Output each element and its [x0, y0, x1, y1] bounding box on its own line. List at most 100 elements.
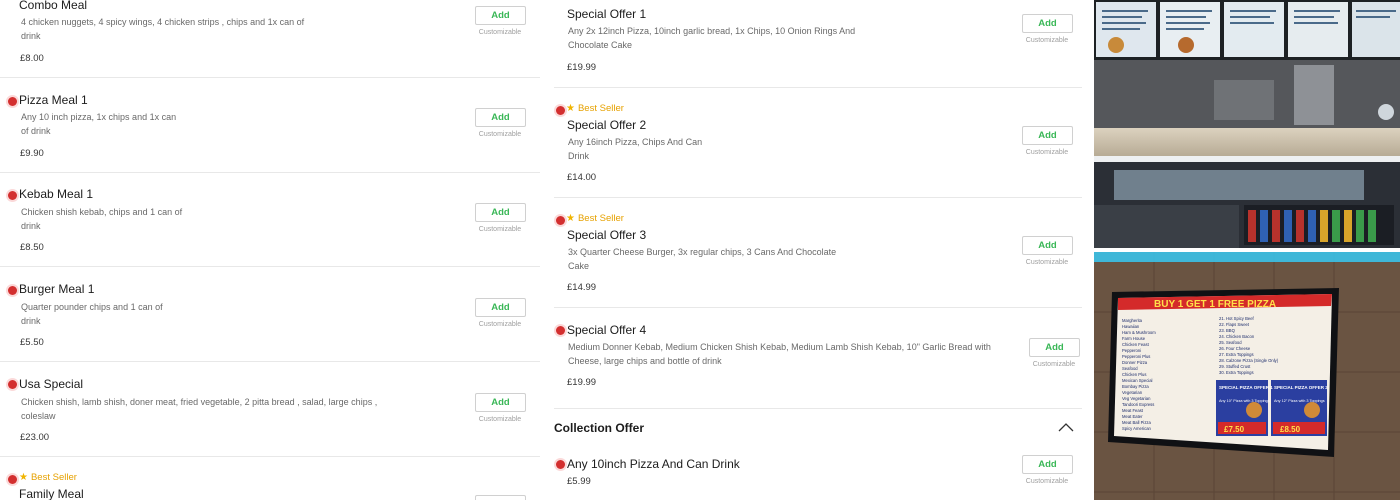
item-price: £9.90 — [20, 148, 44, 159]
item-name: Special Offer 2 — [567, 118, 647, 132]
veg-indicator-icon — [556, 216, 565, 225]
svg-text:Margherita: Margherita — [1122, 318, 1143, 323]
item-name: Family Meal — [19, 487, 84, 500]
menu-item: Pizza Meal 1 Any 10 inch pizza, 1x chips… — [0, 78, 540, 173]
item-price: £19.99 — [567, 377, 597, 388]
item-name: Burger Meal 1 — [19, 282, 95, 296]
customizable-label: Customizable — [478, 321, 522, 328]
menu-column-left: Combo Meal 4 chicken nuggets, 4 spicy wi… — [0, 0, 540, 500]
item-name: Special Offer 4 — [567, 323, 647, 337]
svg-text:23. BBQ: 23. BBQ — [1219, 328, 1236, 333]
best-seller-label: Best Seller — [30, 472, 77, 483]
svg-text:Veg Vegetarian: Veg Vegetarian — [1122, 396, 1151, 401]
best-seller-badge: ★ Best Seller — [566, 213, 624, 224]
star-icon: ★ — [19, 472, 28, 483]
star-icon: ★ — [566, 103, 575, 114]
svg-text:28. Calzone Pizza (Single Only: 28. Calzone Pizza (Single Only) — [1219, 358, 1279, 363]
item-description: Chicken shish kebab, chips and 1 can of … — [21, 207, 183, 231]
item-name: Usa Special — [19, 377, 84, 391]
add-button[interactable]: Add — [1022, 14, 1073, 33]
chevron-up-icon[interactable] — [1058, 421, 1074, 433]
veg-indicator-icon — [8, 97, 17, 106]
menu-item: ★ Special Offer 1 Any 2x 12inch Pizza, 1… — [554, 0, 1082, 88]
svg-text:25. Seafood: 25. Seafood — [1219, 340, 1242, 345]
collection-section-header[interactable]: Collection Offer — [548, 409, 1086, 445]
menu-item: ★ Best Seller Family Meal — [0, 457, 540, 500]
item-price: £5.99 — [567, 476, 591, 487]
item-name: Kebab Meal 1 — [19, 187, 94, 201]
add-button[interactable]: Add — [475, 108, 526, 127]
menu-item: Usa Special Chicken shish, lamb shish, d… — [0, 362, 540, 457]
menu-board-photo[interactable]: BUY 1 GET 1 FREE PIZZA Margherita Hawaii… — [1094, 252, 1400, 500]
shop-counter-image — [1094, 0, 1400, 248]
add-button[interactable]: Add — [475, 203, 526, 222]
add-button[interactable]: Add — [1029, 338, 1080, 357]
svg-text:30. Extra Toppings: 30. Extra Toppings — [1219, 370, 1254, 375]
item-price: £8.50 — [20, 242, 44, 253]
svg-text:Meat Feast: Meat Feast — [1122, 408, 1144, 413]
item-description: Any 16inch Pizza, Chips And Can Drink — [568, 137, 703, 161]
add-button[interactable]: Add — [1022, 455, 1073, 474]
add-button[interactable]: Add — [1022, 236, 1073, 255]
svg-text:Seafood: Seafood — [1122, 366, 1138, 371]
item-description: Any 10 inch pizza, 1x chips and 1x can o… — [21, 112, 177, 136]
customizable-label: Customizable — [478, 131, 522, 138]
add-button[interactable]: Add — [475, 6, 526, 25]
svg-text:£8.50: £8.50 — [1280, 425, 1301, 434]
item-price: £8.00 — [20, 53, 44, 64]
restaurant-photos: BUY 1 GET 1 FREE PIZZA Margherita Hawaii… — [1094, 0, 1400, 500]
item-price: £19.99 — [567, 62, 597, 73]
add-button[interactable]: Add — [1022, 126, 1073, 145]
menu-item: Special Offer 4 Medium Donner Kebab, Med… — [554, 308, 1082, 409]
star-icon: ★ — [557, 0, 566, 1]
svg-text:Ham & Mushroom: Ham & Mushroom — [1122, 330, 1156, 335]
veg-indicator-icon — [556, 326, 565, 335]
shop-counter-photo[interactable] — [1094, 0, 1400, 248]
customizable-label: Customizable — [1025, 37, 1069, 44]
svg-text:24. Chicken Bacon: 24. Chicken Bacon — [1219, 334, 1255, 339]
item-name: Special Offer 3 — [567, 228, 647, 242]
item-name: Pizza Meal 1 — [19, 93, 88, 107]
svg-text:Pepperoni: Pepperoni — [1122, 348, 1141, 353]
svg-text:Hawaiian: Hawaiian — [1122, 324, 1140, 329]
customizable-label: Customizable — [1025, 149, 1069, 156]
svg-text:Pepperoni Plus: Pepperoni Plus — [1122, 354, 1150, 359]
svg-text:Mexican Special: Mexican Special — [1122, 378, 1153, 383]
customizable-label: Customizable — [478, 416, 522, 423]
section-title: Collection Offer — [554, 421, 645, 435]
best-seller-badge: ★ Best Seller — [19, 472, 77, 483]
add-button[interactable] — [475, 495, 526, 500]
item-description: Any 2x 12inch Pizza, 10inch garlic bread… — [568, 26, 856, 50]
menu-board-image: BUY 1 GET 1 FREE PIZZA Margherita Hawaii… — [1094, 252, 1400, 500]
add-button[interactable]: Add — [475, 393, 526, 412]
item-description: 4 chicken nuggets, 4 spicy wings, 4 chic… — [21, 17, 305, 41]
svg-text:29. Stuffed Crust: 29. Stuffed Crust — [1219, 364, 1251, 369]
menu-item: Burger Meal 1 Quarter pounder chips and … — [0, 267, 540, 362]
svg-text:Vegetarian: Vegetarian — [1122, 390, 1143, 395]
svg-text:22. Flaps Sweet: 22. Flaps Sweet — [1219, 322, 1250, 327]
add-button[interactable]: Add — [475, 298, 526, 317]
item-description: Medium Donner Kebab, Medium Chicken Shis… — [568, 342, 991, 366]
menu-item: ★ Best Seller Special Offer 3 3x Quarter … — [554, 198, 1082, 308]
svg-text:Spicy American: Spicy American — [1122, 426, 1152, 431]
star-icon: ★ — [566, 213, 575, 224]
item-price: £23.00 — [20, 432, 50, 443]
item-description: Quarter pounder chips and 1 can of drink — [21, 302, 163, 326]
veg-indicator-icon — [8, 286, 17, 295]
svg-text:SPECIAL PIZZA OFFER 1: SPECIAL PIZZA OFFER 1 — [1219, 385, 1273, 390]
menu-item: Combo Meal 4 chicken nuggets, 4 spicy wi… — [0, 0, 540, 78]
best-seller-badge: ★ — [557, 0, 569, 1]
customizable-label: Customizable — [1025, 259, 1069, 266]
best-seller-badge: ★ Best Seller — [566, 103, 624, 114]
svg-text:Meat Eater: Meat Eater — [1122, 414, 1143, 419]
veg-indicator-icon — [556, 460, 565, 469]
item-price: £14.00 — [567, 172, 597, 183]
svg-text:£7.50: £7.50 — [1224, 425, 1245, 434]
svg-text:Chicken Plus: Chicken Plus — [1122, 372, 1146, 377]
customizable-label: Customizable — [1032, 361, 1076, 368]
svg-text:Chicken Feast: Chicken Feast — [1122, 342, 1150, 347]
item-name: Any 10inch Pizza And Can Drink — [567, 457, 740, 471]
svg-text:27. Extra Toppings: 27. Extra Toppings — [1219, 352, 1254, 357]
item-name: Combo Meal — [19, 0, 88, 12]
svg-text:26. Four Cheese: 26. Four Cheese — [1219, 346, 1251, 351]
